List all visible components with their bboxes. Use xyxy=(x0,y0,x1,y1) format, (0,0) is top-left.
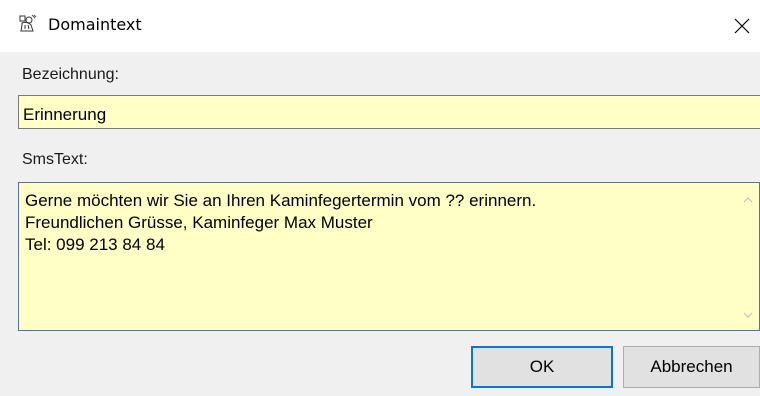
dialog-body: Bezeichnung: SmsText: Gerne möchten wir … xyxy=(0,52,760,396)
title-bar: Domaintext xyxy=(0,0,760,52)
scroll-up-icon[interactable] xyxy=(742,195,754,205)
sms-text-area[interactable]: Gerne möchten wir Sie an Ihren Kaminfege… xyxy=(18,182,760,331)
sms-text-content[interactable]: Gerne möchten wir Sie an Ihren Kaminfege… xyxy=(25,190,725,256)
sms-text-label: SmsText: xyxy=(22,151,88,168)
dialog-window: Domaintext Bezeichnung: SmsText: Gerne m… xyxy=(0,0,760,396)
name-input[interactable] xyxy=(18,95,760,129)
chimney-sweep-icon xyxy=(16,13,38,35)
close-button[interactable] xyxy=(724,8,760,44)
window-title: Domaintext xyxy=(48,15,142,34)
close-icon xyxy=(734,18,750,34)
ok-button[interactable]: OK xyxy=(471,346,613,388)
vertical-scrollbar[interactable] xyxy=(737,183,759,330)
name-label: Bezeichnung: xyxy=(22,66,119,83)
scroll-down-icon[interactable] xyxy=(742,310,754,320)
cancel-button[interactable]: Abbrechen xyxy=(623,346,760,388)
